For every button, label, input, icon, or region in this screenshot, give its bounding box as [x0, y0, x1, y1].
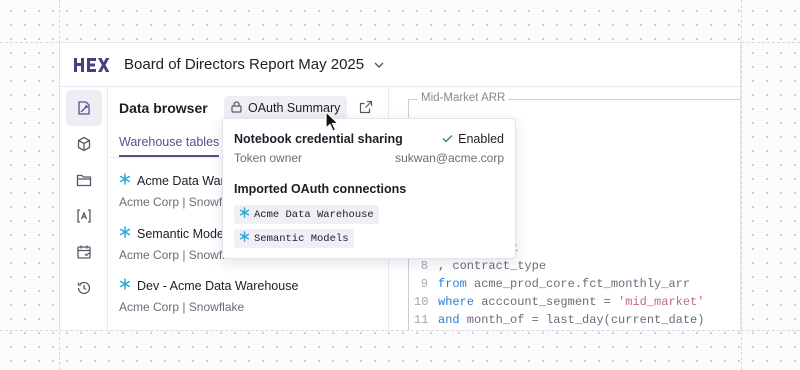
snowflake-icon — [119, 277, 131, 295]
notebook-icon[interactable] — [66, 90, 102, 126]
hex-logo[interactable] — [74, 57, 110, 72]
cube-icon[interactable] — [66, 126, 102, 162]
guide-line — [0, 330, 800, 331]
document-title[interactable]: Board of Directors Report May 2025 — [124, 56, 364, 73]
external-link-icon[interactable] — [359, 100, 373, 119]
snowflake-icon — [119, 225, 131, 243]
line-number: 11 — [414, 313, 429, 327]
database-name: Acme Data Ware — [137, 174, 232, 188]
top-bar: Board of Directors Report May 2025 — [60, 43, 740, 87]
folder-icon[interactable] — [66, 162, 102, 198]
token-owner-value: sukwan@acme.corp — [395, 151, 504, 165]
snowflake-icon — [119, 172, 131, 190]
tab-warehouse-tables[interactable]: Warehouse tables — [119, 135, 220, 157]
line-number: 10 — [414, 295, 429, 309]
code-line: 10 where acccount_segment = 'mid_market' — [414, 295, 705, 309]
snowflake-icon — [239, 231, 250, 246]
guide-line — [741, 0, 742, 370]
line-number: 9 — [420, 277, 428, 291]
icon-rail — [60, 88, 108, 330]
history-icon[interactable] — [66, 270, 102, 306]
lock-icon — [231, 100, 242, 116]
panel-title: Data browser — [119, 100, 208, 116]
mouse-cursor-icon — [325, 110, 340, 138]
imported-connections-heading: Imported OAuth connections — [234, 182, 407, 196]
database-subtitle: Acme Corp | Snowflake — [119, 300, 245, 314]
calendar-icon[interactable] — [66, 234, 102, 270]
code-line: 8, contract_type — [414, 259, 546, 273]
database-name: Dev - Acme Data Warehouse — [137, 279, 299, 293]
token-owner-label: Token owner — [234, 151, 303, 165]
connection-chip[interactable]: Acme Data Warehouse — [234, 205, 379, 224]
snowflake-icon — [239, 207, 250, 222]
chevron-down-icon[interactable] — [374, 62, 384, 68]
connection-chip[interactable]: Semantic Models — [234, 229, 354, 248]
status-badge: Enabled — [442, 132, 504, 146]
line-number: 8 — [420, 259, 428, 273]
variable-icon[interactable] — [66, 198, 102, 234]
oauth-summary-popover: Notebook credential sharing Enabled Toke… — [222, 118, 516, 259]
list-item[interactable]: Dev - Acme Data Warehouse Acme Corp | Sn… — [119, 277, 389, 314]
database-name: Semantic Model — [137, 227, 227, 241]
chart-title: Mid-Market ARR — [418, 92, 509, 104]
status-text: Enabled — [458, 132, 504, 146]
code-line: 9 from acme_prod_core.fct_monthly_arr — [414, 277, 690, 291]
credential-sharing-label: Notebook credential sharing — [234, 132, 403, 146]
check-icon — [442, 132, 453, 146]
code-line: 11 and month_of = last_day(current_date) — [414, 313, 705, 327]
